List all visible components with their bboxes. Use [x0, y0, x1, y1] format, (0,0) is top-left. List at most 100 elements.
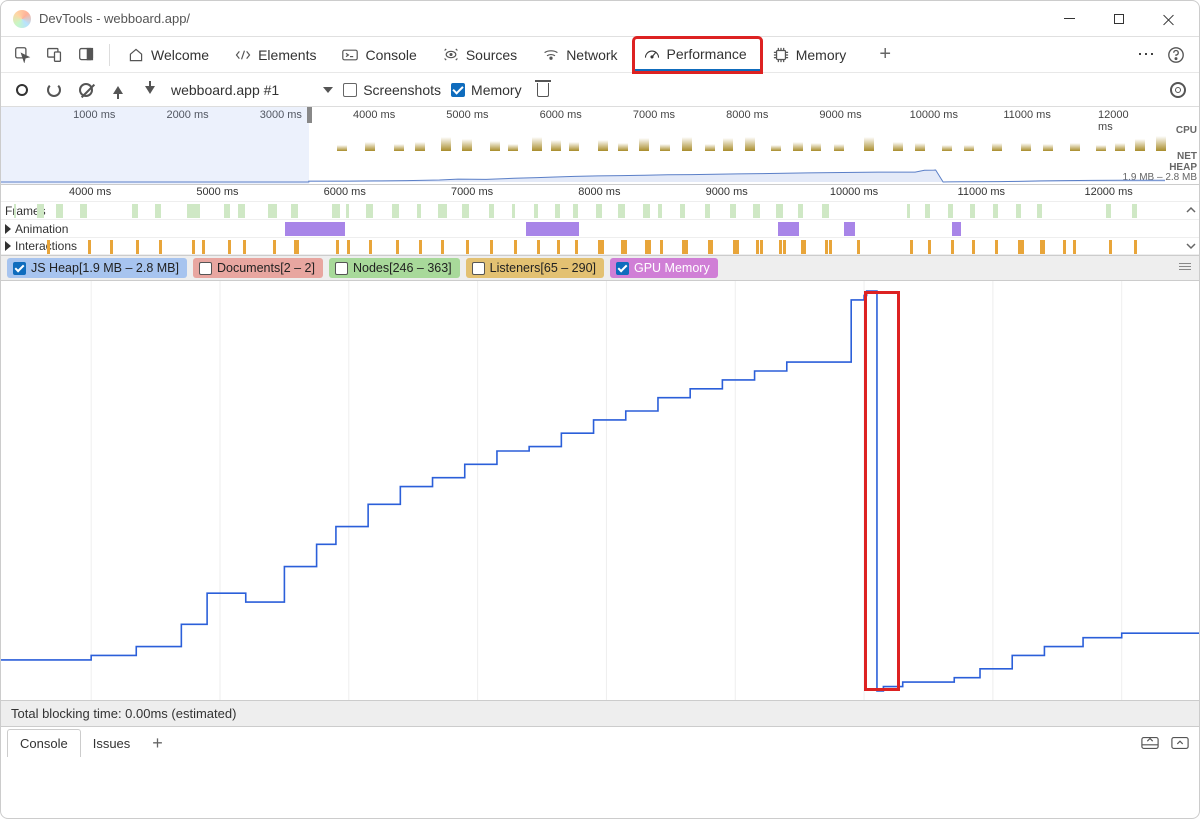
console-icon: [342, 47, 358, 63]
checkbox-icon: [13, 262, 26, 275]
legend-menu-icon[interactable]: [1179, 263, 1191, 270]
legend-chip-listeners[interactable]: Listeners[65 – 290]: [466, 258, 604, 278]
chevron-up-icon[interactable]: [1185, 204, 1197, 216]
tab-performance[interactable]: Performance: [634, 38, 761, 72]
checkbox-icon: [451, 83, 465, 97]
overview-selection-handle-left[interactable]: [307, 107, 312, 123]
flame-tick: 7000 ms: [451, 186, 493, 198]
window-minimize-button[interactable]: [1051, 5, 1087, 33]
app-icon: [13, 10, 31, 28]
drawer-expand-icon[interactable]: [1171, 736, 1189, 750]
overview-net-label: NET: [1177, 151, 1197, 162]
add-tab-button[interactable]: +: [870, 40, 900, 70]
memory-label: Memory: [471, 82, 522, 98]
main-tabs-bar: Welcome Elements Console Sources Network…: [1, 37, 1199, 73]
overview-tick: 4000 ms: [353, 109, 395, 121]
flame-tick: 8000 ms: [578, 186, 620, 198]
upload-button[interactable]: [107, 79, 129, 101]
tab-welcome[interactable]: Welcome: [118, 38, 223, 72]
legend-chip-documents[interactable]: Documents[2 – 2]: [193, 258, 323, 278]
tab-memory[interactable]: Memory: [763, 38, 861, 72]
animation-track[interactable]: Animation: [1, 219, 1199, 237]
flame-tick: 4000 ms: [69, 186, 111, 198]
reload-record-button[interactable]: [43, 79, 65, 101]
overview-cpu-track: [331, 131, 1165, 151]
tab-label: Sources: [466, 47, 517, 63]
window-maximize-button[interactable]: [1101, 5, 1137, 33]
screenshots-toggle[interactable]: Screenshots: [343, 82, 441, 98]
chevron-down-icon[interactable]: [1185, 240, 1197, 252]
kebab-menu-icon[interactable]: ⋯: [1137, 44, 1157, 65]
help-icon[interactable]: [1167, 46, 1185, 64]
memory-legend-bar: JS Heap[1.9 MB – 2.8 MB] Documents[2 – 2]…: [1, 255, 1199, 281]
settings-button[interactable]: [1167, 79, 1189, 101]
flame-tick: 6000 ms: [324, 186, 366, 198]
overview-tick: 8000 ms: [726, 109, 768, 121]
flame-tick: 9000 ms: [706, 186, 748, 198]
window-titlebar: DevTools - webboard.app/: [1, 1, 1199, 37]
drawer-add-tab[interactable]: +: [142, 733, 173, 754]
tab-label: Network: [566, 47, 617, 63]
overview-cpu-label: CPU: [1176, 125, 1197, 136]
network-icon: [543, 47, 559, 63]
checkbox-icon: [199, 262, 212, 275]
checkbox-icon: [616, 262, 629, 275]
tab-label: Welcome: [151, 47, 209, 63]
memory-icon: [773, 47, 789, 63]
divider: [109, 44, 110, 66]
overview-tick: 7000 ms: [633, 109, 675, 121]
screenshots-label: Screenshots: [363, 82, 441, 98]
window-title: DevTools - webboard.app/: [39, 11, 190, 26]
legend-chip-js_heap[interactable]: JS Heap[1.9 MB – 2.8 MB]: [7, 258, 187, 278]
recording-name: webboard.app #1: [171, 82, 279, 98]
legend-chip-nodes[interactable]: Nodes[246 – 363]: [329, 258, 460, 278]
overview-tick: 5000 ms: [446, 109, 488, 121]
tab-elements[interactable]: Elements: [225, 38, 330, 72]
overview-heap-track: [1, 168, 1165, 182]
performance-icon: [644, 46, 660, 62]
inspect-element-icon[interactable]: [7, 40, 37, 70]
status-bar: Total blocking time: 0.00ms (estimated): [1, 701, 1199, 727]
tab-network[interactable]: Network: [533, 38, 631, 72]
download-button[interactable]: [139, 79, 161, 101]
device-toolbar-icon[interactable]: [39, 40, 69, 70]
window-close-button[interactable]: [1151, 5, 1187, 33]
interactions-track[interactable]: Interactions: [1, 237, 1199, 255]
flamechart-panel[interactable]: 4000 ms 5000 ms 6000 ms 7000 ms 8000 ms 9000 …: [1, 185, 1199, 255]
flame-tick: 10000 ms: [830, 186, 878, 198]
gc-button[interactable]: [532, 79, 554, 101]
record-button[interactable]: [11, 79, 33, 101]
tab-label: Elements: [258, 47, 316, 63]
drawer-dock-icon[interactable]: [1141, 736, 1159, 750]
clear-button[interactable]: [75, 79, 97, 101]
home-icon: [128, 47, 144, 63]
frames-track[interactable]: Frames: [1, 201, 1199, 219]
flame-tick: 11000 ms: [958, 186, 1006, 198]
blocking-time-text: Total blocking time: 0.00ms (estimated): [11, 706, 236, 721]
flame-tick: 5000 ms: [196, 186, 238, 198]
dock-side-icon[interactable]: [71, 40, 101, 70]
overview-tick: 6000 ms: [540, 109, 582, 121]
overview-tick: 11000 ms: [1003, 109, 1051, 121]
overview-tick: 12000 ms: [1098, 109, 1143, 133]
recording-selector[interactable]: webboard.app #1: [171, 82, 333, 98]
drawer-tab-console[interactable]: Console: [7, 729, 81, 757]
checkbox-icon: [472, 262, 485, 275]
drawer-tab-issues[interactable]: Issues: [81, 730, 143, 757]
drawer: Console Issues +: [1, 727, 1199, 759]
performance-toolbar: webboard.app #1 Screenshots Memory: [1, 73, 1199, 107]
tab-sources[interactable]: Sources: [433, 38, 531, 72]
tab-console[interactable]: Console: [332, 38, 430, 72]
flame-tick: 12000 ms: [1084, 186, 1132, 198]
overview-panel[interactable]: 1000 ms2000 ms3000 ms4000 ms5000 ms6000 …: [1, 107, 1199, 185]
checkbox-icon: [343, 83, 357, 97]
tab-label: Performance: [667, 46, 747, 62]
js-heap-line: [1, 281, 1199, 701]
flamechart-ruler: 4000 ms 5000 ms 6000 ms 7000 ms 8000 ms 9000 …: [1, 185, 1199, 201]
memory-chart[interactable]: [1, 281, 1199, 701]
tab-label: Memory: [796, 47, 847, 63]
checkbox-icon: [335, 262, 348, 275]
legend-chip-gpu[interactable]: GPU Memory: [610, 258, 718, 278]
overview-tick: 9000 ms: [819, 109, 861, 121]
memory-toggle[interactable]: Memory: [451, 82, 522, 98]
